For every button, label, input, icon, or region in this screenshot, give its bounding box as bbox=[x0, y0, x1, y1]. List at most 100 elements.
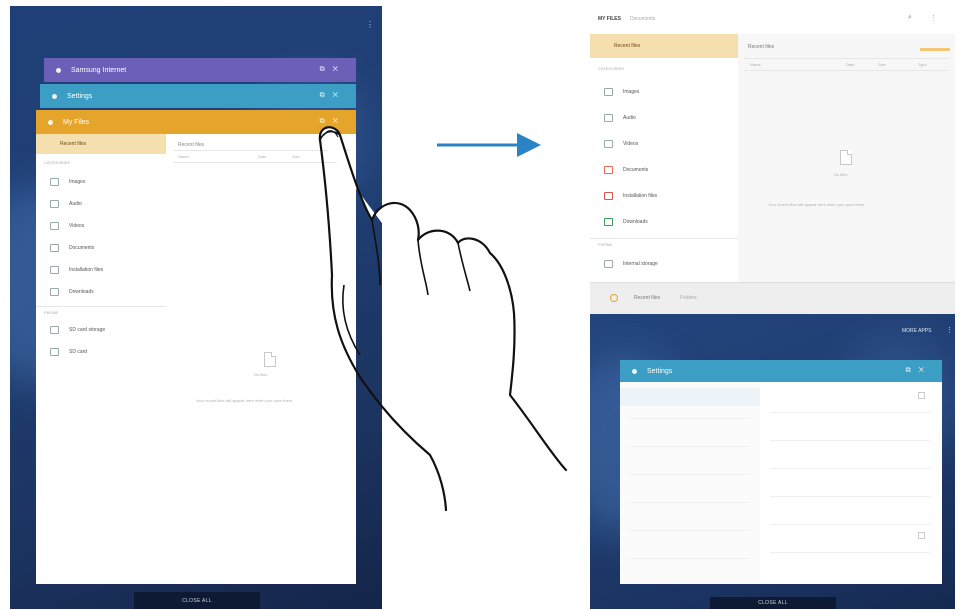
settings-row[interactable] bbox=[630, 474, 750, 475]
my-files-content: Recent files Name Date Size Type No file… bbox=[738, 34, 955, 282]
sidebar-item-downloads[interactable]: Downloads bbox=[36, 282, 166, 302]
columns-divider bbox=[744, 70, 949, 71]
video-icon bbox=[50, 222, 59, 230]
sidebar-item-documents[interactable]: Documents bbox=[36, 238, 166, 258]
music-icon bbox=[50, 200, 59, 208]
column-type[interactable]: Type bbox=[918, 62, 927, 67]
section-label: CATEGORIES bbox=[44, 160, 70, 165]
my-files-toolbar: MY FILES Documents ⌕ ⋮ bbox=[590, 6, 955, 35]
empty-file-icon bbox=[840, 150, 852, 165]
settings-detail bbox=[770, 382, 942, 584]
document-icon bbox=[604, 166, 613, 174]
settings-sidebar bbox=[620, 382, 760, 584]
settings-row[interactable] bbox=[630, 418, 750, 419]
more-options-icon[interactable]: ⋮ bbox=[930, 14, 937, 22]
lower-split-area: MORE APPS ⋮ Settings ⧉✕ CLOSE ALL bbox=[590, 314, 955, 609]
window-controls[interactable]: ⧉✕ bbox=[320, 92, 346, 100]
storage-icon bbox=[604, 260, 613, 268]
sidebar-item-videos[interactable]: Videos bbox=[590, 132, 738, 156]
minimized-files-bar[interactable]: Recent files Folders bbox=[590, 282, 955, 315]
sidebar-item-internal-storage[interactable]: Internal storage bbox=[590, 252, 738, 276]
image-icon bbox=[604, 88, 613, 96]
divider bbox=[590, 238, 738, 239]
window-title: My Files bbox=[63, 118, 90, 126]
detail-row[interactable] bbox=[770, 412, 930, 413]
my-files-sidebar: Recent files CATEGORIES Images Audio Vid… bbox=[590, 34, 738, 282]
toggle-icon[interactable] bbox=[918, 532, 925, 539]
bar-folders[interactable]: Folders bbox=[680, 295, 697, 301]
column-name[interactable]: Name bbox=[178, 154, 189, 159]
window-title: Samsung Internet bbox=[71, 66, 127, 74]
column-name[interactable]: Name bbox=[750, 62, 761, 67]
sd-card-icon bbox=[50, 348, 59, 356]
more-apps-label[interactable]: MORE APPS bbox=[902, 328, 931, 334]
sidebar-item-installation-files[interactable]: Installation files bbox=[590, 184, 738, 208]
column-size[interactable]: Size bbox=[292, 154, 300, 159]
bar-recent-files[interactable]: Recent files bbox=[634, 295, 660, 301]
overflow-menu-icon[interactable]: ⋮ bbox=[366, 20, 374, 30]
divider bbox=[36, 306, 166, 307]
tab-documents[interactable]: Documents bbox=[630, 16, 655, 22]
settings-row[interactable] bbox=[630, 558, 750, 559]
music-icon bbox=[604, 114, 613, 122]
settings-row[interactable] bbox=[630, 502, 750, 503]
tab-my-files[interactable]: MY FILES bbox=[598, 16, 621, 22]
download-icon bbox=[604, 218, 613, 226]
sidebar-item-audio[interactable]: Audio bbox=[590, 106, 738, 130]
empty-hint: Your recent files will appear here when … bbox=[196, 398, 294, 403]
empty-title: No files bbox=[834, 172, 848, 177]
settings-icon bbox=[52, 93, 57, 99]
empty-title: No files bbox=[254, 372, 268, 377]
close-all-button[interactable]: CLOSE ALL bbox=[710, 597, 836, 609]
sidebar-item-recent-files[interactable]: Recent files bbox=[36, 134, 166, 154]
my-files-sidebar: Recent files CATEGORIES Images Audio Vid… bbox=[36, 134, 166, 584]
sidebar-item-sd-card[interactable]: SD card bbox=[36, 342, 166, 362]
window-controls[interactable]: ⧉✕ bbox=[906, 367, 932, 375]
window-samsung-internet[interactable]: Samsung Internet ⧉✕ bbox=[44, 58, 356, 82]
settings-window-titlebar[interactable]: Settings ⧉✕ bbox=[620, 360, 942, 382]
settings-row[interactable] bbox=[630, 446, 750, 447]
overflow-menu-icon[interactable]: ⋮ bbox=[946, 326, 953, 334]
column-date[interactable]: Date bbox=[846, 62, 854, 67]
close-all-button[interactable]: CLOSE ALL bbox=[134, 592, 260, 609]
settings-selected-item[interactable] bbox=[620, 388, 760, 406]
apk-icon bbox=[50, 266, 59, 274]
content-header: Recent files bbox=[178, 142, 205, 148]
settings-window bbox=[620, 382, 942, 584]
content-header: Recent files bbox=[748, 44, 775, 50]
detail-row[interactable] bbox=[770, 552, 930, 553]
sidebar-item-images[interactable]: Images bbox=[36, 172, 166, 192]
image-icon bbox=[50, 178, 59, 186]
empty-file-icon bbox=[264, 352, 276, 367]
sidebar-item-recent-files[interactable]: Recent files bbox=[590, 34, 738, 58]
hand-gesture-icon bbox=[318, 126, 568, 512]
sidebar-item-documents[interactable]: Documents bbox=[590, 158, 738, 182]
search-icon[interactable]: ⌕ bbox=[908, 14, 912, 22]
right-tablet-screen: MY FILES Documents ⌕ ⋮ Recent files CATE… bbox=[590, 6, 955, 609]
window-controls[interactable]: ⧉✕ bbox=[320, 66, 346, 74]
internet-icon bbox=[56, 67, 61, 73]
sidebar-item-storage[interactable]: SD card storage bbox=[36, 320, 166, 340]
window-title: Settings bbox=[647, 367, 673, 375]
settings-row[interactable] bbox=[630, 530, 750, 531]
detail-row[interactable] bbox=[770, 468, 930, 469]
sidebar-item-audio[interactable]: Audio bbox=[36, 194, 166, 214]
sort-indicator bbox=[920, 48, 950, 51]
sidebar-item-images[interactable]: Images bbox=[590, 80, 738, 104]
empty-hint: Your recent files will appear here when … bbox=[768, 202, 866, 207]
detail-row[interactable] bbox=[770, 496, 930, 497]
folder-icon bbox=[48, 119, 53, 125]
sidebar-item-videos[interactable]: Videos bbox=[36, 216, 166, 236]
detail-row[interactable] bbox=[770, 440, 930, 441]
window-settings[interactable]: Settings ⧉✕ bbox=[40, 84, 356, 108]
download-icon bbox=[50, 288, 59, 296]
storage-label: PHONE bbox=[598, 242, 613, 247]
column-size[interactable]: Size bbox=[878, 62, 886, 67]
detail-row[interactable] bbox=[770, 524, 930, 525]
sidebar-item-installation-files[interactable]: Installation files bbox=[36, 260, 166, 280]
storage-label: PHONE bbox=[44, 310, 59, 315]
column-date[interactable]: Date bbox=[258, 154, 266, 159]
section-label: CATEGORIES bbox=[598, 66, 624, 71]
toggle-icon[interactable] bbox=[918, 392, 925, 399]
sidebar-item-downloads[interactable]: Downloads bbox=[590, 210, 738, 234]
